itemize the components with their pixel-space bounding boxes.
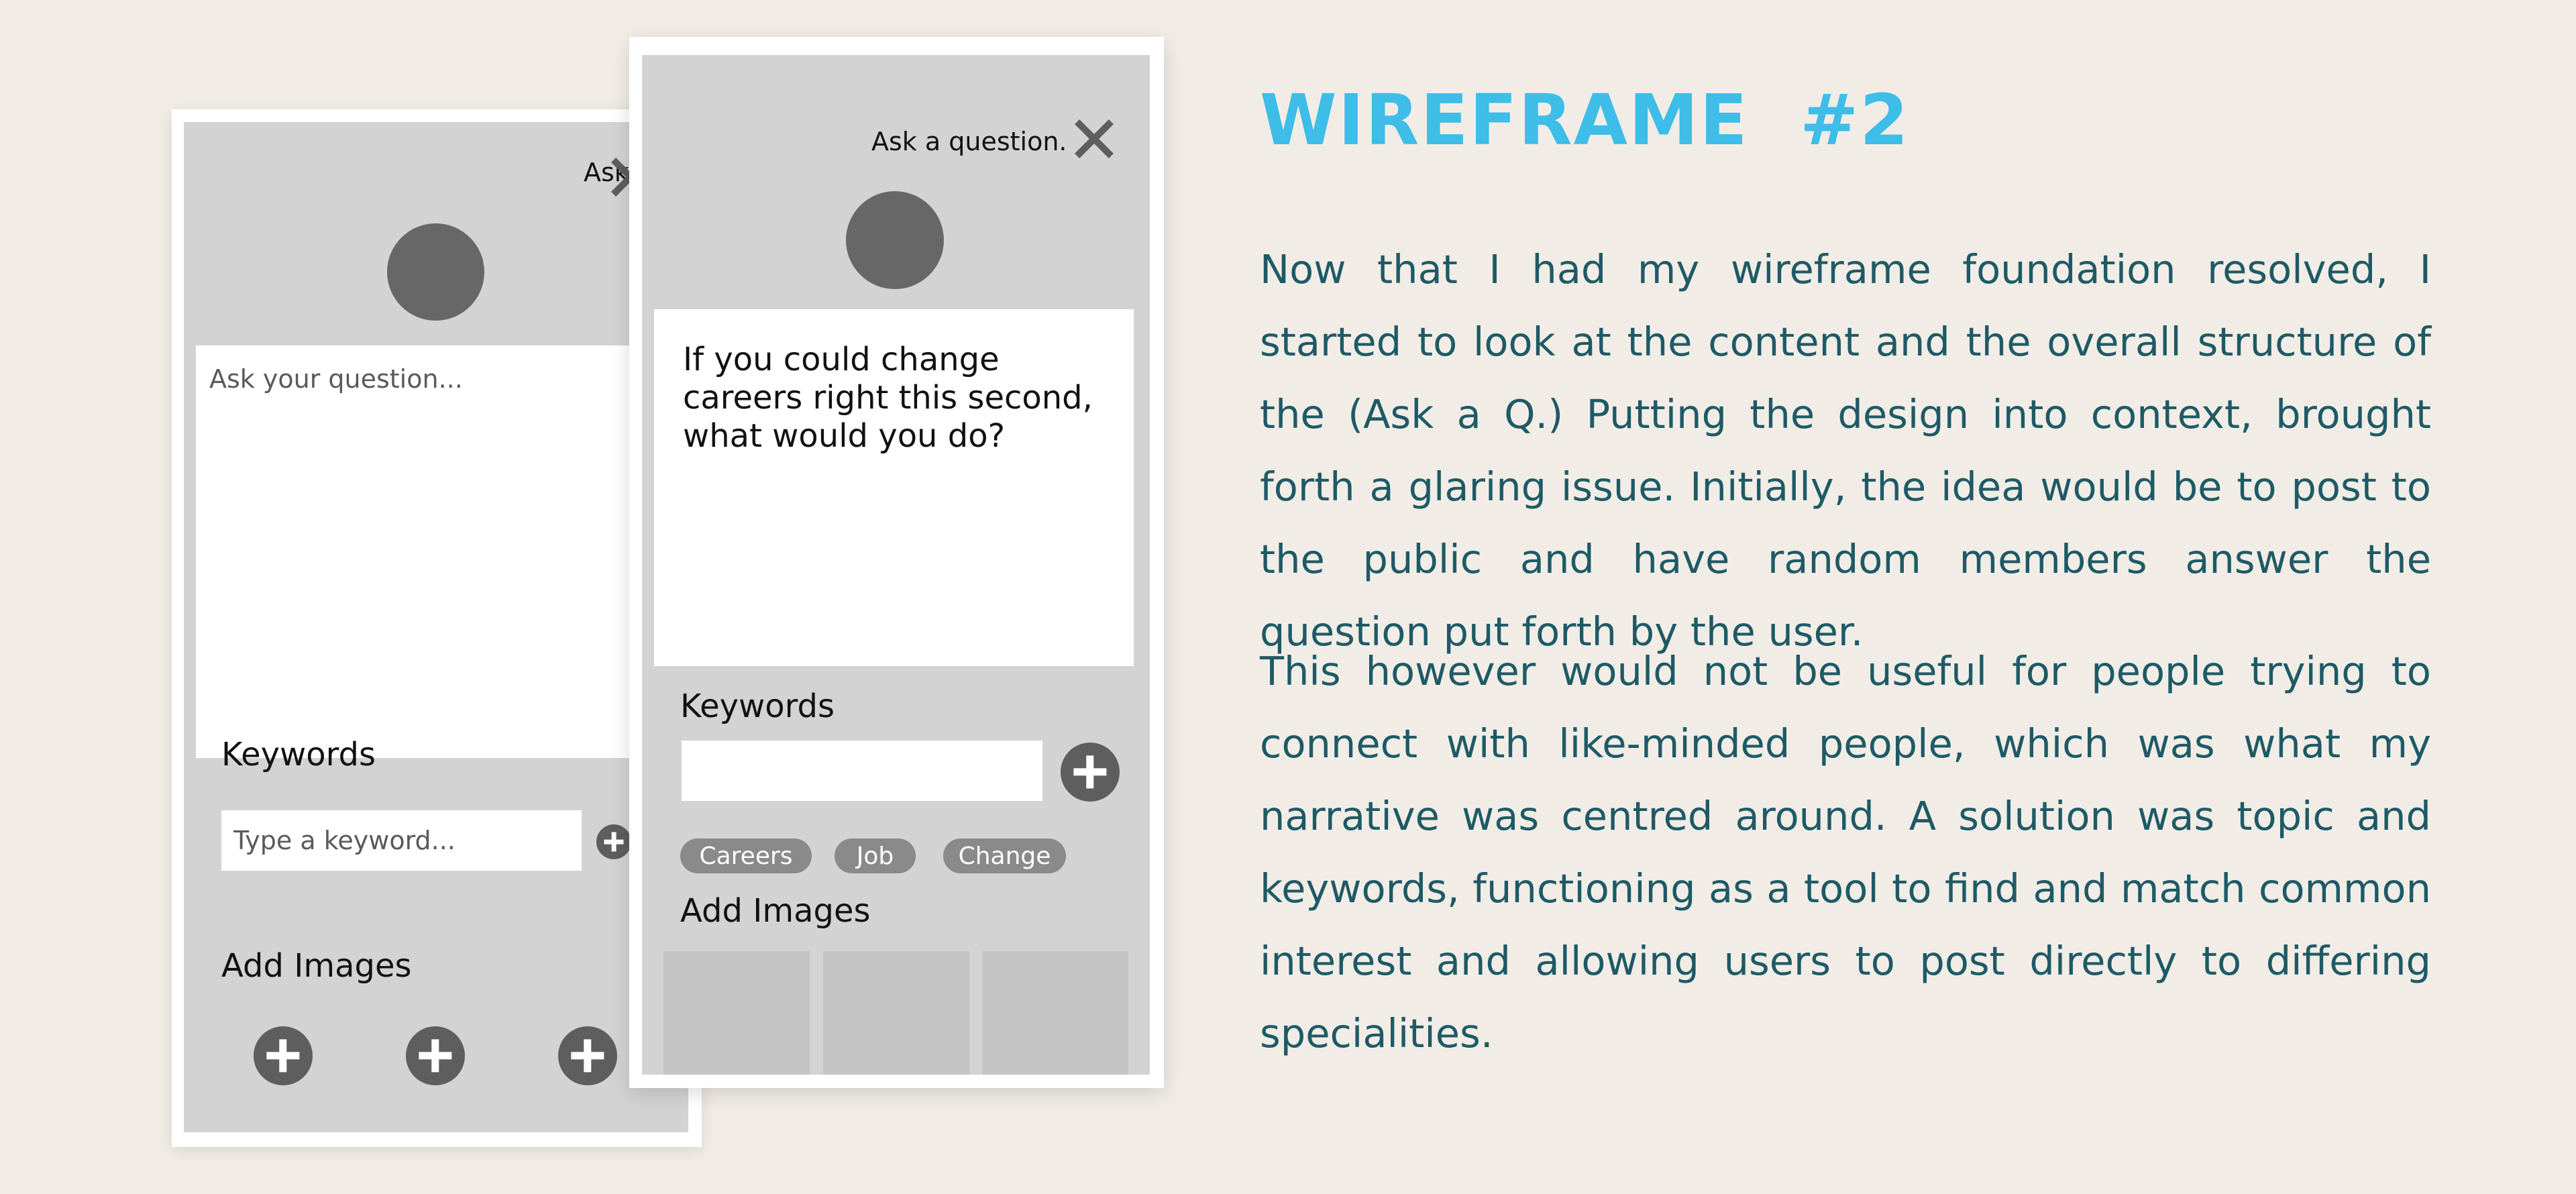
back-avatar [387,223,484,321]
back-keywords-label: Keywords [221,736,376,773]
back-wireframe-frame: Ask a question. Ask your question... Key… [172,109,702,1147]
back-wireframe-screen: Ask a question. Ask your question... Key… [184,122,688,1132]
front-question-text: If you could change careers right this s… [683,341,1093,455]
front-add-keyword-plus-icon[interactable] [1061,743,1120,802]
back-add-image-1-plus-icon[interactable] [254,1026,313,1085]
back-question-placeholder: Ask your question... [209,364,463,394]
paragraph-1: Now that I had my wireframe foundation r… [1260,246,2431,655]
image-slot-1[interactable] [663,951,810,1075]
back-add-keyword-plus-icon[interactable] [596,824,631,859]
back-add-image-2-plus-icon[interactable] [406,1026,465,1085]
image-slot-3[interactable] [982,951,1128,1075]
keyword-chip-careers[interactable]: Careers [680,838,812,873]
front-add-images-label: Add Images [680,892,871,930]
back-add-image-3-plus-icon[interactable] [558,1026,617,1085]
front-avatar [846,191,944,289]
back-add-images-label: Add Images [221,947,412,985]
page-heading: WIREFRAME #2 [1260,79,1910,161]
front-close-icon[interactable] [1074,119,1114,159]
front-question-input[interactable]: If you could change careers right this s… [654,309,1134,666]
front-wireframe-frame: Ask a question. If you could change care… [629,37,1164,1088]
image-slot-2[interactable] [823,951,969,1075]
front-wireframe-screen: Ask a question. If you could change care… [642,55,1150,1075]
keyword-chip-change[interactable]: Change [943,838,1066,873]
keyword-chip-job[interactable]: Job [835,838,916,873]
paragraph-2: This however would not be useful for peo… [1260,648,2431,1056]
back-keyword-input[interactable]: Type a keyword... [221,810,582,871]
front-header-title: Ask a question. [871,127,1067,156]
front-keywords-label: Keywords [680,688,835,725]
front-keyword-input[interactable] [682,741,1042,801]
back-question-input[interactable]: Ask your question... [196,345,688,758]
